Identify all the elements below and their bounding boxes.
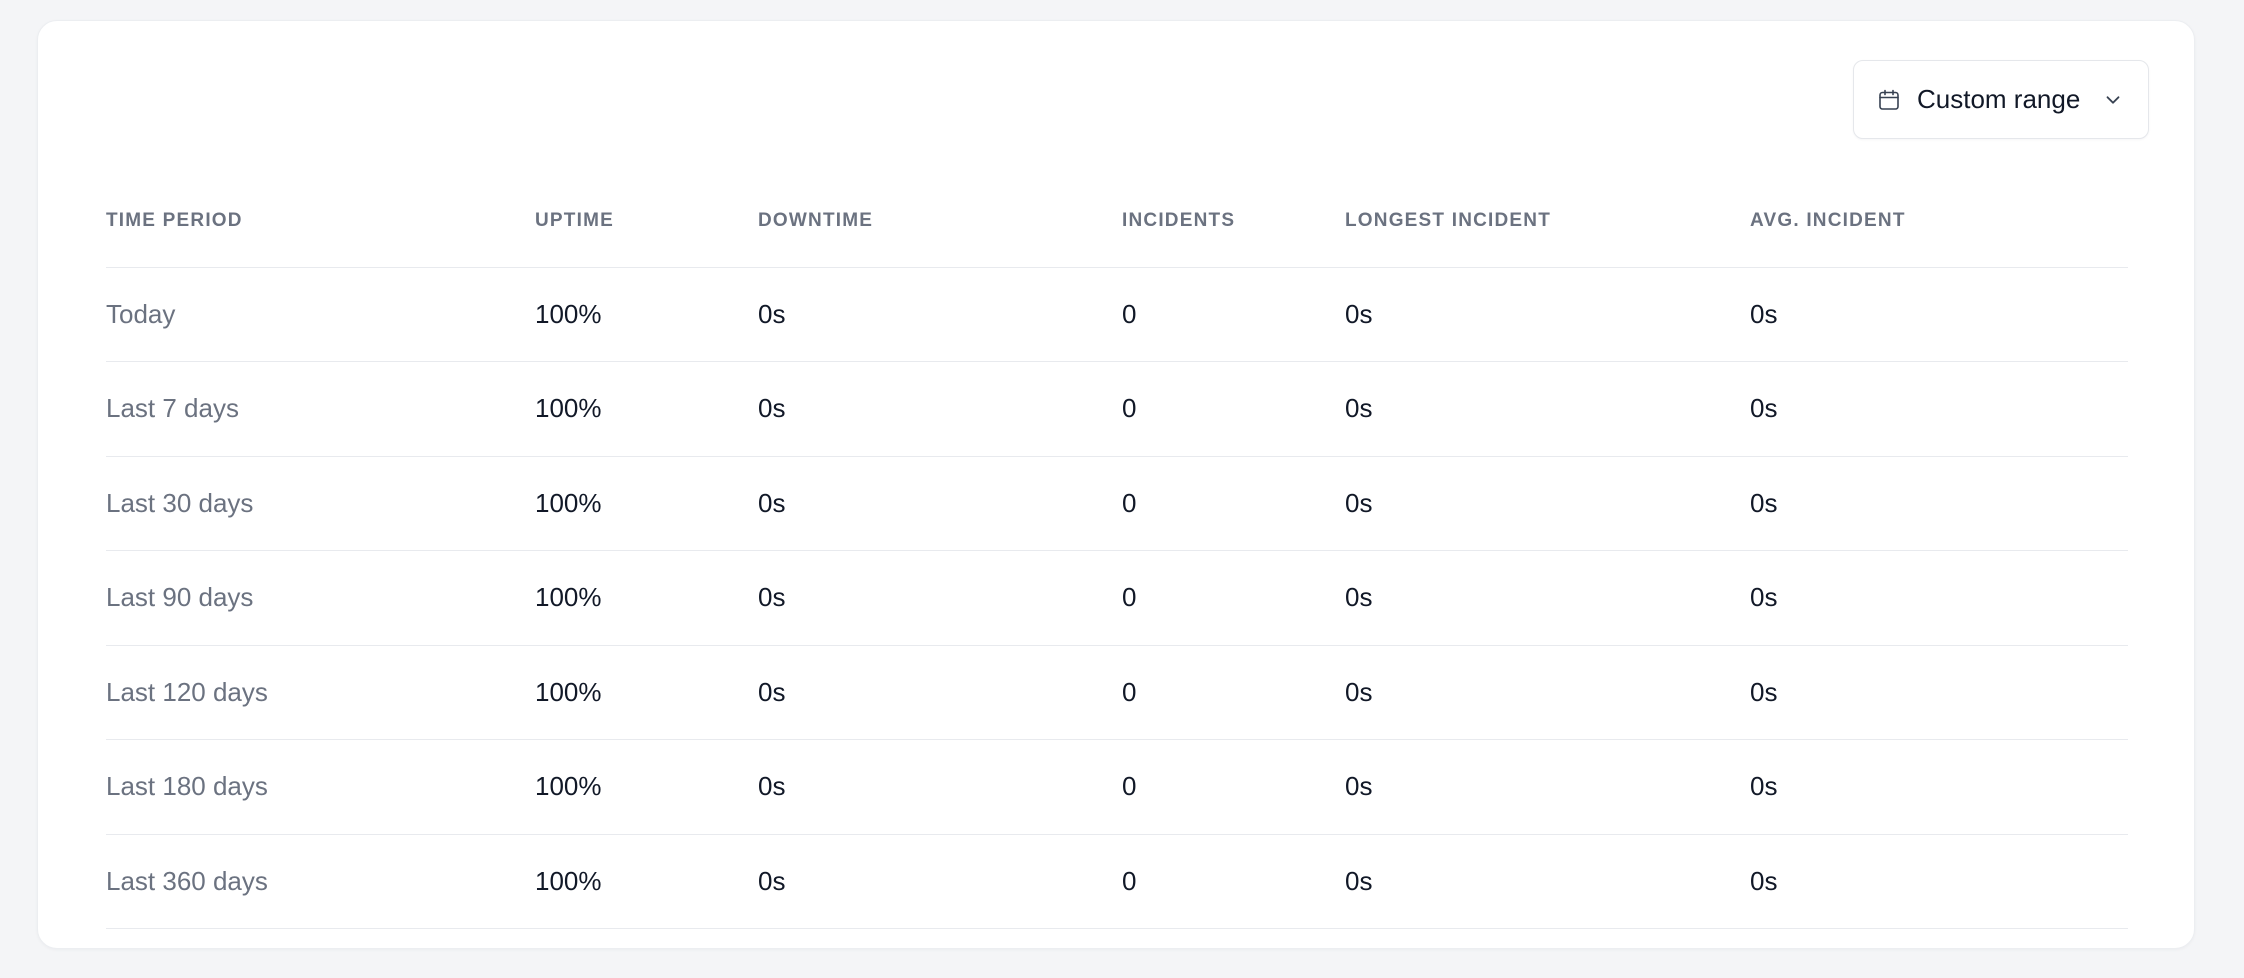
cell-avg-incident: 0s <box>1750 834 2128 929</box>
cell-downtime: 0s <box>758 267 1122 362</box>
cell-incidents: 0 <box>1122 456 1345 551</box>
cell-longest-incident: 0s <box>1345 645 1750 740</box>
cell-uptime: 100% <box>535 267 758 362</box>
cell-avg-incident: 0s <box>1750 645 2128 740</box>
cell-downtime: 0s <box>758 456 1122 551</box>
table-row: Last 90 days 100% 0s 0 0s 0s <box>106 550 2128 646</box>
cell-longest-incident: 0s <box>1345 361 1750 457</box>
header-longest-incident: LONGEST INCIDENT <box>1345 176 1750 268</box>
cell-uptime: 100% <box>535 361 758 457</box>
cell-uptime: 100% <box>535 645 758 740</box>
cell-time-period: Last 120 days <box>106 645 535 740</box>
cell-uptime: 100% <box>535 739 758 835</box>
cell-incidents: 0 <box>1122 834 1345 929</box>
cell-time-period: Last 180 days <box>106 739 535 835</box>
availability-card: Custom range TIME PERIOD UPTIME DOWNTIME… <box>37 20 2195 949</box>
cell-incidents: 0 <box>1122 645 1345 740</box>
header-uptime: UPTIME <box>535 176 758 268</box>
cell-time-period: Last 360 days <box>106 834 535 929</box>
cell-longest-incident: 0s <box>1345 834 1750 929</box>
table-row: Today 100% 0s 0 0s 0s <box>106 267 2128 362</box>
date-range-dropdown[interactable]: Custom range <box>1853 60 2149 139</box>
cell-incidents: 0 <box>1122 361 1345 457</box>
uptime-stats-table: TIME PERIOD UPTIME DOWNTIME INCIDENTS LO… <box>106 176 2128 929</box>
table-row: Last 7 days 100% 0s 0 0s 0s <box>106 361 2128 457</box>
cell-longest-incident: 0s <box>1345 456 1750 551</box>
cell-avg-incident: 0s <box>1750 267 2128 362</box>
cell-avg-incident: 0s <box>1750 739 2128 835</box>
cell-longest-incident: 0s <box>1345 550 1750 646</box>
date-range-label: Custom range <box>1917 84 2081 114</box>
cell-uptime: 100% <box>535 834 758 929</box>
cell-avg-incident: 0s <box>1750 361 2128 457</box>
cell-downtime: 0s <box>758 739 1122 835</box>
cell-downtime: 0s <box>758 361 1122 457</box>
header-avg-incident: AVG. INCIDENT <box>1750 176 2128 268</box>
header-downtime: DOWNTIME <box>758 176 1122 268</box>
cell-incidents: 0 <box>1122 739 1345 835</box>
table-row: Last 30 days 100% 0s 0 0s 0s <box>106 456 2128 551</box>
cell-time-period: Last 30 days <box>106 456 535 551</box>
cell-time-period: Today <box>106 267 535 362</box>
cell-longest-incident: 0s <box>1345 739 1750 835</box>
cell-time-period: Last 7 days <box>106 361 535 457</box>
cell-incidents: 0 <box>1122 267 1345 362</box>
table-row: Last 120 days 100% 0s 0 0s 0s <box>106 645 2128 740</box>
cell-downtime: 0s <box>758 834 1122 929</box>
cell-avg-incident: 0s <box>1750 456 2128 551</box>
table-header-row: TIME PERIOD UPTIME DOWNTIME INCIDENTS LO… <box>106 176 2128 268</box>
header-time-period: TIME PERIOD <box>106 176 535 268</box>
cell-time-period: Last 90 days <box>106 550 535 646</box>
cell-downtime: 0s <box>758 645 1122 740</box>
header-incidents: INCIDENTS <box>1122 176 1345 268</box>
cell-incidents: 0 <box>1122 550 1345 646</box>
calendar-icon <box>1879 89 1899 110</box>
cell-uptime: 100% <box>535 550 758 646</box>
cell-uptime: 100% <box>535 456 758 551</box>
cell-downtime: 0s <box>758 550 1122 646</box>
cell-longest-incident: 0s <box>1345 267 1750 362</box>
table-row: Last 180 days 100% 0s 0 0s 0s <box>106 739 2128 835</box>
cell-avg-incident: 0s <box>1750 550 2128 646</box>
chevron-down-icon <box>2106 95 2120 104</box>
table-row: Last 360 days 100% 0s 0 0s 0s <box>106 834 2128 929</box>
